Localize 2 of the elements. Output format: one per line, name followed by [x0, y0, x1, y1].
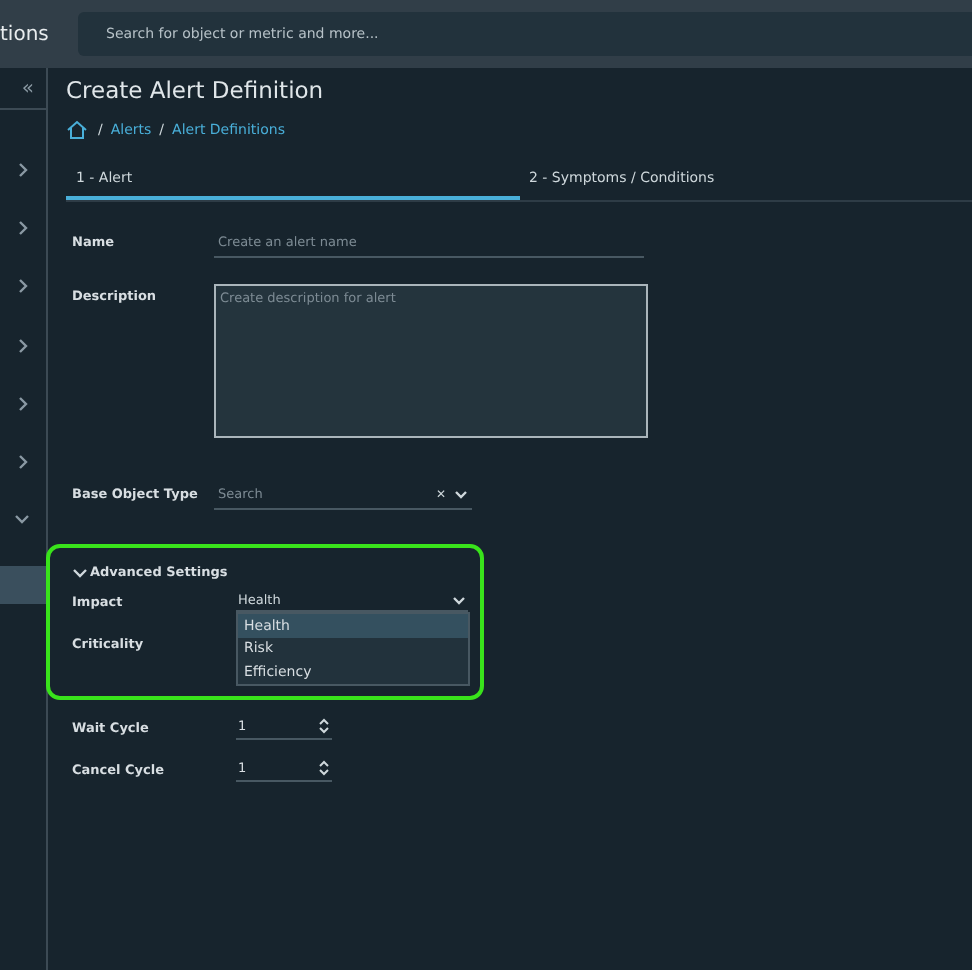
page-title: Create Alert Definition — [66, 76, 326, 108]
app-title: tions — [0, 23, 51, 45]
